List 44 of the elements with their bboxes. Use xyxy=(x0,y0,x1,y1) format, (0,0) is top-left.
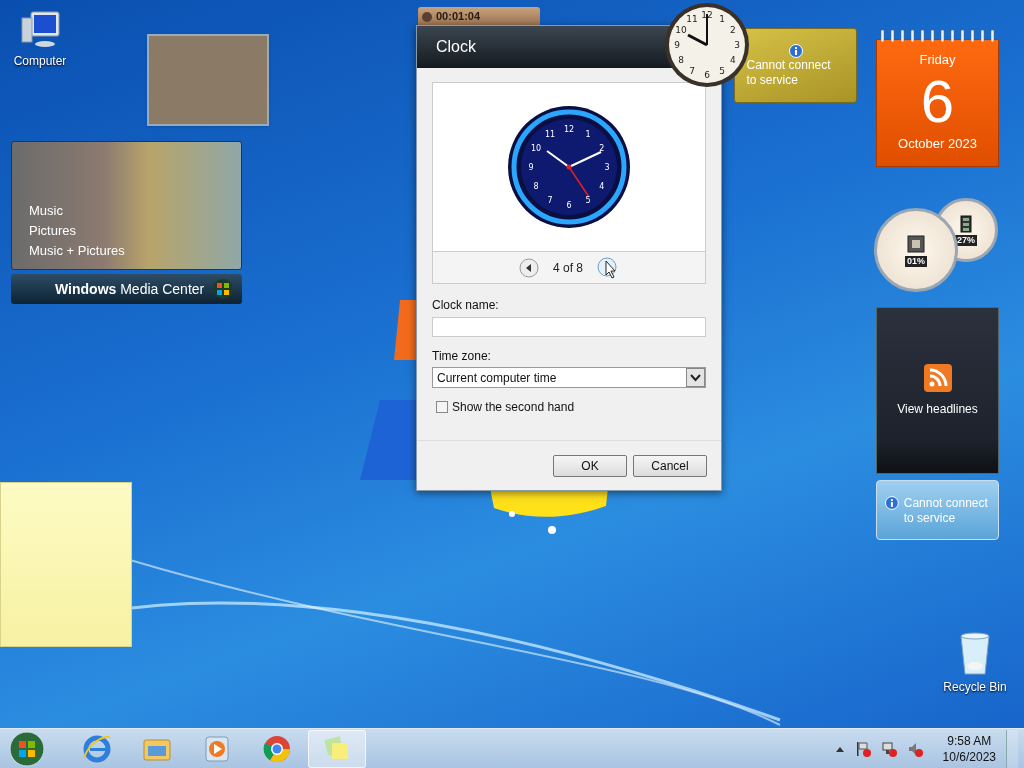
next-icon[interactable] xyxy=(597,256,619,279)
media-player-icon xyxy=(202,733,232,764)
time-zone-label: Time zone: xyxy=(432,348,492,365)
computer-icon[interactable] xyxy=(19,8,61,50)
checkbox[interactable] xyxy=(436,401,448,413)
info-icon xyxy=(885,496,899,510)
clock-time: 9:58 AM xyxy=(947,732,992,749)
media-center-title: Windows Media Center xyxy=(55,279,205,299)
windows-logo-icon xyxy=(212,278,235,300)
memory-chip-icon xyxy=(960,214,972,233)
start-button-icon[interactable] xyxy=(8,729,46,768)
clock-name-label: Clock name: xyxy=(432,297,500,314)
calendar-month-year: October 2023 xyxy=(898,134,977,153)
network-icon[interactable] xyxy=(880,740,897,757)
media-center-bar[interactable]: Windows Media Center xyxy=(11,274,242,304)
calendar-day: 6 xyxy=(920,69,955,134)
time-zone-dropdown[interactable]: Current computer time xyxy=(432,367,706,388)
desktop-icon-label[interactable]: Recycle Bin xyxy=(943,680,1007,695)
pager-label: 4 of 8 xyxy=(553,259,583,277)
chip-icon xyxy=(906,233,926,254)
weather-message: Cannot connect to service xyxy=(746,58,832,88)
checkbox-label: Show the second hand xyxy=(452,399,575,416)
media-menu-item[interactable]: Music + Pictures xyxy=(29,243,241,259)
neon-clock-drawing: 11 12 1 10 2 9 3 8 4 7 6 5 xyxy=(507,105,631,229)
info-icon xyxy=(788,44,803,58)
dialog-title: Clock xyxy=(436,37,476,57)
meter-reading: 01% xyxy=(905,255,927,267)
clock-date: 10/6/2023 xyxy=(942,748,996,765)
taskbar-clock[interactable]: 9:58 AM 10/6/2023 xyxy=(942,732,996,765)
rss-icon[interactable] xyxy=(923,363,952,392)
desktop-icon-label[interactable]: Computer xyxy=(13,54,67,69)
flag-icon[interactable] xyxy=(854,740,871,757)
browser-e-icon xyxy=(82,733,112,764)
previous-icon[interactable] xyxy=(519,257,539,278)
view-headlines-link[interactable]: View headlines xyxy=(897,399,978,418)
stopwatch-time: 00:01:04 xyxy=(436,9,481,25)
chrome-icon xyxy=(262,733,292,764)
calendar-weekday: Friday xyxy=(919,51,956,69)
dialog-button[interactable]: Cancel xyxy=(633,454,707,477)
currency-message: Cannot connect to service xyxy=(903,496,989,526)
media-menu-item[interactable]: Pictures xyxy=(29,223,241,239)
dialog-button[interactable]: OK xyxy=(553,454,627,477)
media-menu-item[interactable]: Music xyxy=(29,203,241,219)
clock-name-field[interactable] xyxy=(432,317,706,337)
